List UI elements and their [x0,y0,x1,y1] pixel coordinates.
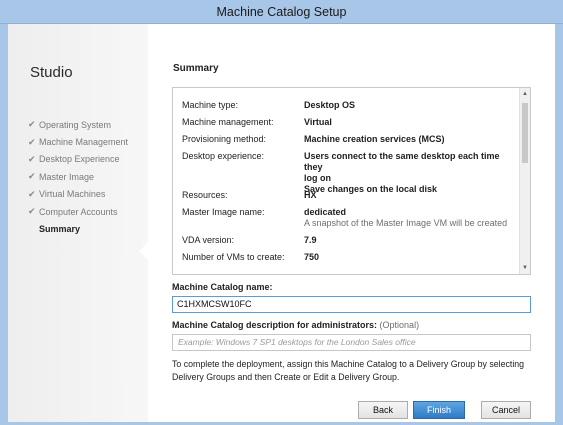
scrollbar-thumb[interactable] [522,103,528,163]
row-value: 750 [304,252,320,262]
summary-panel[interactable]: Machine type: Desktop OS Machine managem… [172,87,531,275]
step-virtual-machines[interactable]: ✔ Virtual Machines [28,186,128,203]
summary-row: Master Image name: dedicated A snapshot … [182,204,519,232]
window-frame-left [0,24,8,425]
row-value: dedicated A snapshot of the Master Image… [304,207,519,232]
value-line: Users connect to the same desktop each t… [304,151,500,172]
wizard-content: Summary Machine type: Desktop OS Machine… [148,24,555,422]
step-label: Computer Accounts [39,206,118,217]
check-icon: ✔ [28,153,36,164]
catalog-description-input[interactable]: Example: Windows 7 SP1 desktops for the … [172,334,531,351]
step-computer-accounts[interactable]: ✔ Computer Accounts [28,203,128,220]
window-frame-right [555,24,563,425]
summary-table: Machine type: Desktop OS Machine managem… [182,97,519,266]
check-icon: ✔ [28,188,36,199]
active-step-pointer [139,242,148,260]
catalog-description-label: Machine Catalog description for administ… [172,320,419,330]
row-label: Master Image name: [182,207,265,217]
window-title: Machine Catalog Setup [216,4,347,19]
row-label: Provisioning method: [182,134,267,144]
back-button[interactable]: Back [358,401,408,419]
completion-instructions: To complete the deployment, assign this … [172,359,525,382]
step-label: Machine Management [39,137,129,148]
step-label: Master Image [39,171,95,182]
step-label: Virtual Machines [39,189,106,200]
row-label: Resources: [182,190,228,200]
check-icon: ✔ [28,119,36,130]
step-label: Summary [39,224,81,235]
check-icon: ✔ [28,136,36,147]
row-value-multiline: Users connect to the same desktop each t… [304,151,519,194]
description-label-text: Machine Catalog description for administ… [172,320,378,330]
value-line: log on [304,173,331,183]
scroll-down-icon[interactable]: ▼ [522,265,528,271]
optional-tag: (Optional) [379,320,420,330]
check-icon: ✔ [28,171,36,182]
summary-scrollbar[interactable]: ▲ ▼ [519,88,530,274]
row-value: HX [304,190,317,200]
finish-button[interactable]: Finish [413,401,465,419]
scroll-up-icon[interactable]: ▲ [522,91,528,97]
step-label: Operating System [39,119,112,130]
wizard-sidebar: Studio ✔ Operating System ✔ Machine Manage… [8,24,148,422]
step-operating-system[interactable]: ✔ Operating System [28,116,128,133]
step-summary[interactable]: Summary [28,220,128,237]
summary-row: Machine type: Desktop OS [182,97,519,114]
row-value: Desktop OS [304,100,356,110]
wizard-steps: ✔ Operating System ✔ Machine Management ✔ D… [28,116,128,238]
row-value: Virtual [304,117,332,127]
catalog-name-label: Machine Catalog name: [172,282,273,292]
row-label: Machine management: [182,117,274,127]
check-icon: ✔ [28,206,36,217]
value-note: A snapshot of the Master Image VM will b… [304,218,508,228]
value-line: dedicated [304,207,347,217]
row-label: Number of VMs to create: [182,252,285,262]
window-titlebar: Machine Catalog Setup [0,0,563,24]
row-label: Machine type: [182,100,239,110]
row-value: 7.9 [304,235,317,245]
summary-row: Resources: HX [182,187,519,204]
cancel-button[interactable]: Cancel [481,401,531,419]
summary-row: Number of VMs to create: 750 [182,249,519,266]
app-name: Studio [30,64,73,81]
step-label: Desktop Experience [39,154,120,165]
row-label: VDA version: [182,235,235,245]
row-label: Desktop experience: [182,151,265,161]
summary-row: Desktop experience: Users connect to the… [182,148,519,194]
step-machine-management[interactable]: ✔ Machine Management [28,133,128,150]
summary-row: Machine management: Virtual [182,114,519,131]
summary-row: Provisioning method: Machine creation se… [182,131,519,148]
catalog-name-input[interactable]: C1HXMCSW10FC [172,296,531,313]
page-title: Summary [173,63,219,74]
step-desktop-experience[interactable]: ✔ Desktop Experience [28,151,128,168]
step-master-image[interactable]: ✔ Master Image [28,168,128,185]
summary-row: VDA version: 7.9 [182,232,519,249]
row-value: Machine creation services (MCS) [304,134,445,144]
